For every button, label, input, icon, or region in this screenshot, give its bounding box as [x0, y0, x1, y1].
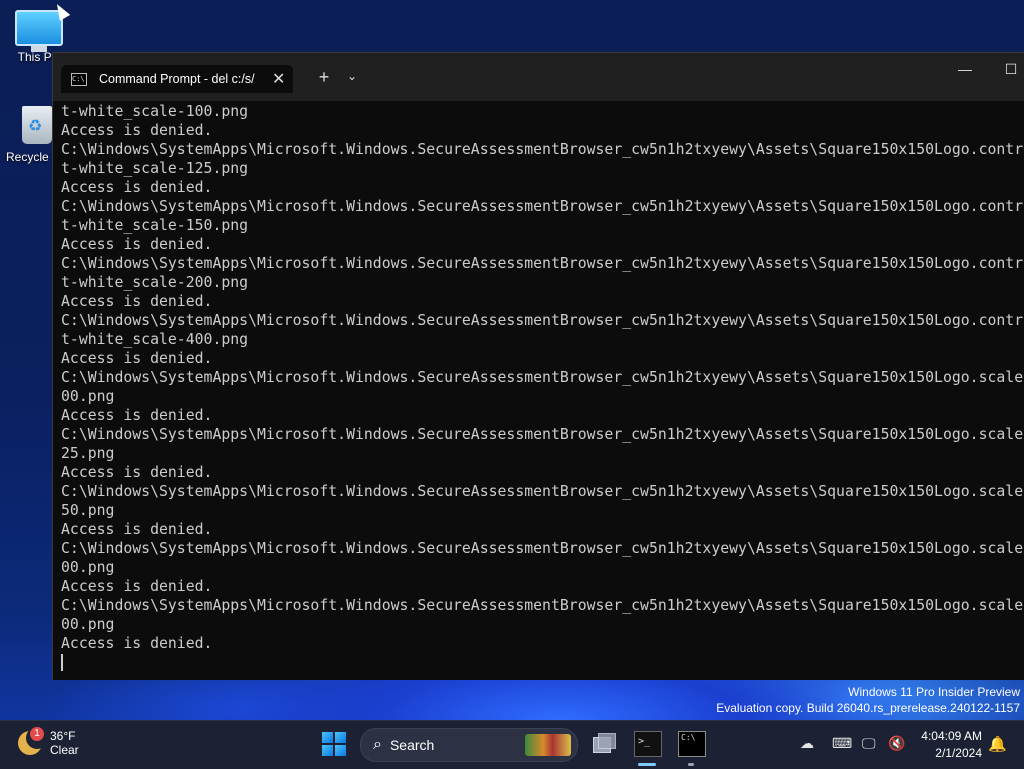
- console-line: C:\Windows\SystemApps\Microsoft.Windows.…: [61, 369, 1024, 386]
- taskbar-search[interactable]: ⌕ Search: [360, 728, 578, 762]
- console-line: Access is denied.: [61, 293, 213, 310]
- recycle-bin-icon: ♻: [22, 106, 52, 144]
- weather-description: Clear: [50, 743, 79, 757]
- task-view-button[interactable]: [591, 731, 617, 755]
- console-output[interactable]: t-white_scale-100.png Access is denied. C:…: [61, 101, 1024, 680]
- console-line: Access is denied.: [61, 179, 213, 196]
- weather-widget[interactable]: 1 36°F Clear: [18, 727, 79, 757]
- console-line: t-white_scale-100.png: [61, 103, 249, 120]
- console-line: 00.png: [61, 388, 115, 405]
- minimize-button[interactable]: —: [945, 61, 985, 77]
- console-line: C:\Windows\SystemApps\Microsoft.Windows.…: [61, 426, 1024, 443]
- console-line: 00.png: [61, 559, 115, 576]
- weather-temperature: 36°F: [50, 729, 76, 743]
- search-highlight-icon: [525, 734, 571, 756]
- console-line: t-white_scale-125.png: [61, 160, 249, 177]
- console-line: t-white_scale-200.png: [61, 274, 249, 291]
- maximize-button[interactable]: ☐: [991, 61, 1024, 78]
- command-prompt-icon: C:\: [71, 72, 87, 86]
- console-line: C:\Windows\SystemApps\Microsoft.Windows.…: [61, 540, 1024, 557]
- search-placeholder: Search: [389, 737, 435, 753]
- console-line: C:\Windows\SystemApps\Microsoft.Windows.…: [61, 141, 1024, 158]
- notification-bell-icon[interactable]: 🔔: [988, 735, 1007, 753]
- clock-time: 4:04:09 AM: [921, 729, 982, 743]
- tab-dropdown-button[interactable]: ⌄: [343, 69, 361, 83]
- volume-muted-icon[interactable]: 🔇: [888, 735, 905, 752]
- console-line: C:\Windows\SystemApps\Microsoft.Windows.…: [61, 198, 1024, 215]
- console-line: Access is denied.: [61, 122, 213, 139]
- taskbar-command-prompt-button[interactable]: C:\: [678, 731, 706, 757]
- console-line: Access is denied.: [61, 635, 213, 652]
- console-line: Access is denied.: [61, 464, 213, 481]
- console-line: Access is denied.: [61, 407, 213, 424]
- keyboard-icon[interactable]: ⌨: [832, 735, 852, 752]
- console-line: Access is denied.: [61, 578, 213, 595]
- clock-date: 2/1/2024: [935, 746, 982, 760]
- console-line: t-white_scale-150.png: [61, 217, 249, 234]
- text-cursor: [61, 654, 63, 671]
- evaluation-watermark: Windows 11 Pro Insider Preview Evaluatio…: [716, 684, 1020, 716]
- console-line: 00.png: [61, 616, 115, 633]
- active-app-indicator: [638, 763, 656, 766]
- new-tab-button[interactable]: +: [313, 67, 335, 88]
- terminal-window: C:\ Command Prompt - del c:/s/ ✕ + ⌄ — ☐…: [52, 52, 1024, 680]
- onedrive-offline-icon[interactable]: ☁: [800, 735, 814, 752]
- console-line: 25.png: [61, 445, 115, 462]
- watermark-build: Evaluation copy. Build 26040.rs_prerelea…: [716, 701, 1020, 715]
- console-line: Access is denied.: [61, 236, 213, 253]
- search-icon: ⌕: [373, 736, 382, 753]
- network-icon[interactable]: 🖵: [862, 735, 876, 752]
- watermark-edition: Windows 11 Pro Insider Preview: [848, 685, 1020, 699]
- console-line: C:\Windows\SystemApps\Microsoft.Windows.…: [61, 312, 1024, 329]
- console-line: Access is denied.: [61, 350, 213, 367]
- taskbar-terminal-button[interactable]: >_: [634, 731, 662, 757]
- notification-badge: 1: [30, 727, 44, 741]
- console-line: C:\Windows\SystemApps\Microsoft.Windows.…: [61, 483, 1024, 500]
- running-app-indicator: [688, 763, 694, 766]
- console-line: t-white_scale-400.png: [61, 331, 249, 348]
- command-prompt-icon: C:\: [681, 733, 696, 742]
- console-line: C:\Windows\SystemApps\Microsoft.Windows.…: [61, 597, 1024, 614]
- terminal-titlebar[interactable]: C:\ Command Prompt - del c:/s/ ✕ + ⌄ — ☐: [53, 53, 1024, 101]
- taskbar: 1 36°F Clear ⌕ Search >_ C:\ ☁ ⌨ 🖵 🔇 4:0…: [0, 720, 1024, 769]
- console-line: 50.png: [61, 502, 115, 519]
- windows-logo-icon: [322, 732, 333, 743]
- tab-command-prompt[interactable]: C:\ Command Prompt - del c:/s/ ✕: [61, 65, 293, 93]
- close-tab-icon[interactable]: ✕: [272, 69, 285, 89]
- system-clock[interactable]: 4:04:09 AM 2/1/2024: [912, 728, 982, 762]
- console-line: Access is denied.: [61, 521, 213, 538]
- console-line: C:\Windows\SystemApps\Microsoft.Windows.…: [61, 255, 1024, 272]
- tab-title: Command Prompt - del c:/s/: [99, 72, 255, 86]
- start-button[interactable]: [322, 732, 346, 756]
- terminal-icon: >_: [638, 736, 651, 747]
